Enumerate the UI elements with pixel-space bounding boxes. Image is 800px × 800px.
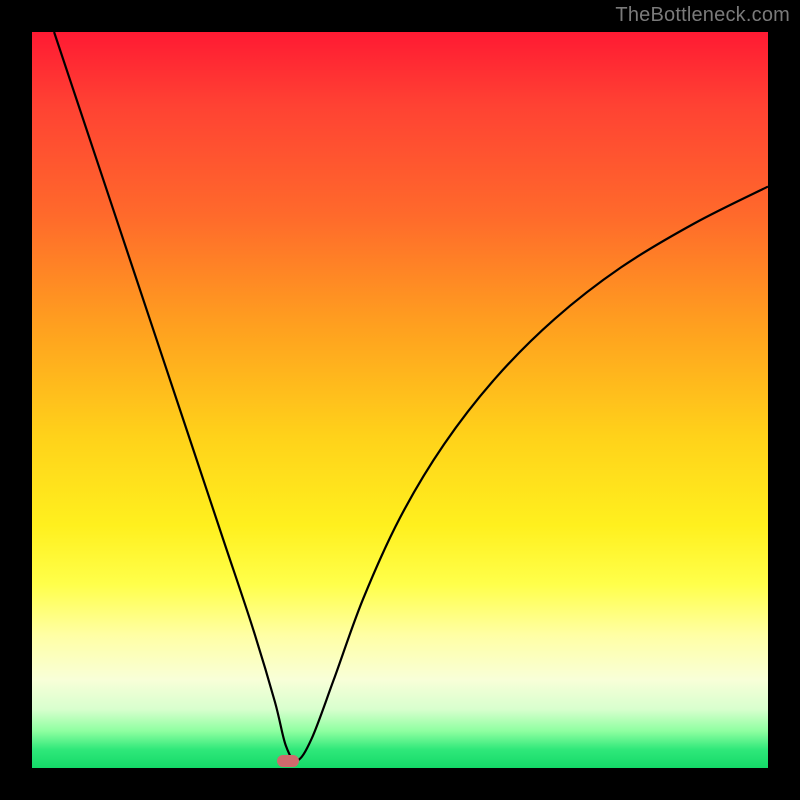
- chart-frame: TheBottleneck.com: [0, 0, 800, 800]
- chart-plot-area: [32, 32, 768, 768]
- curve-line: [54, 32, 768, 761]
- chart-marker: [277, 755, 299, 767]
- watermark-text: TheBottleneck.com: [615, 4, 790, 27]
- chart-curve: [32, 32, 768, 768]
